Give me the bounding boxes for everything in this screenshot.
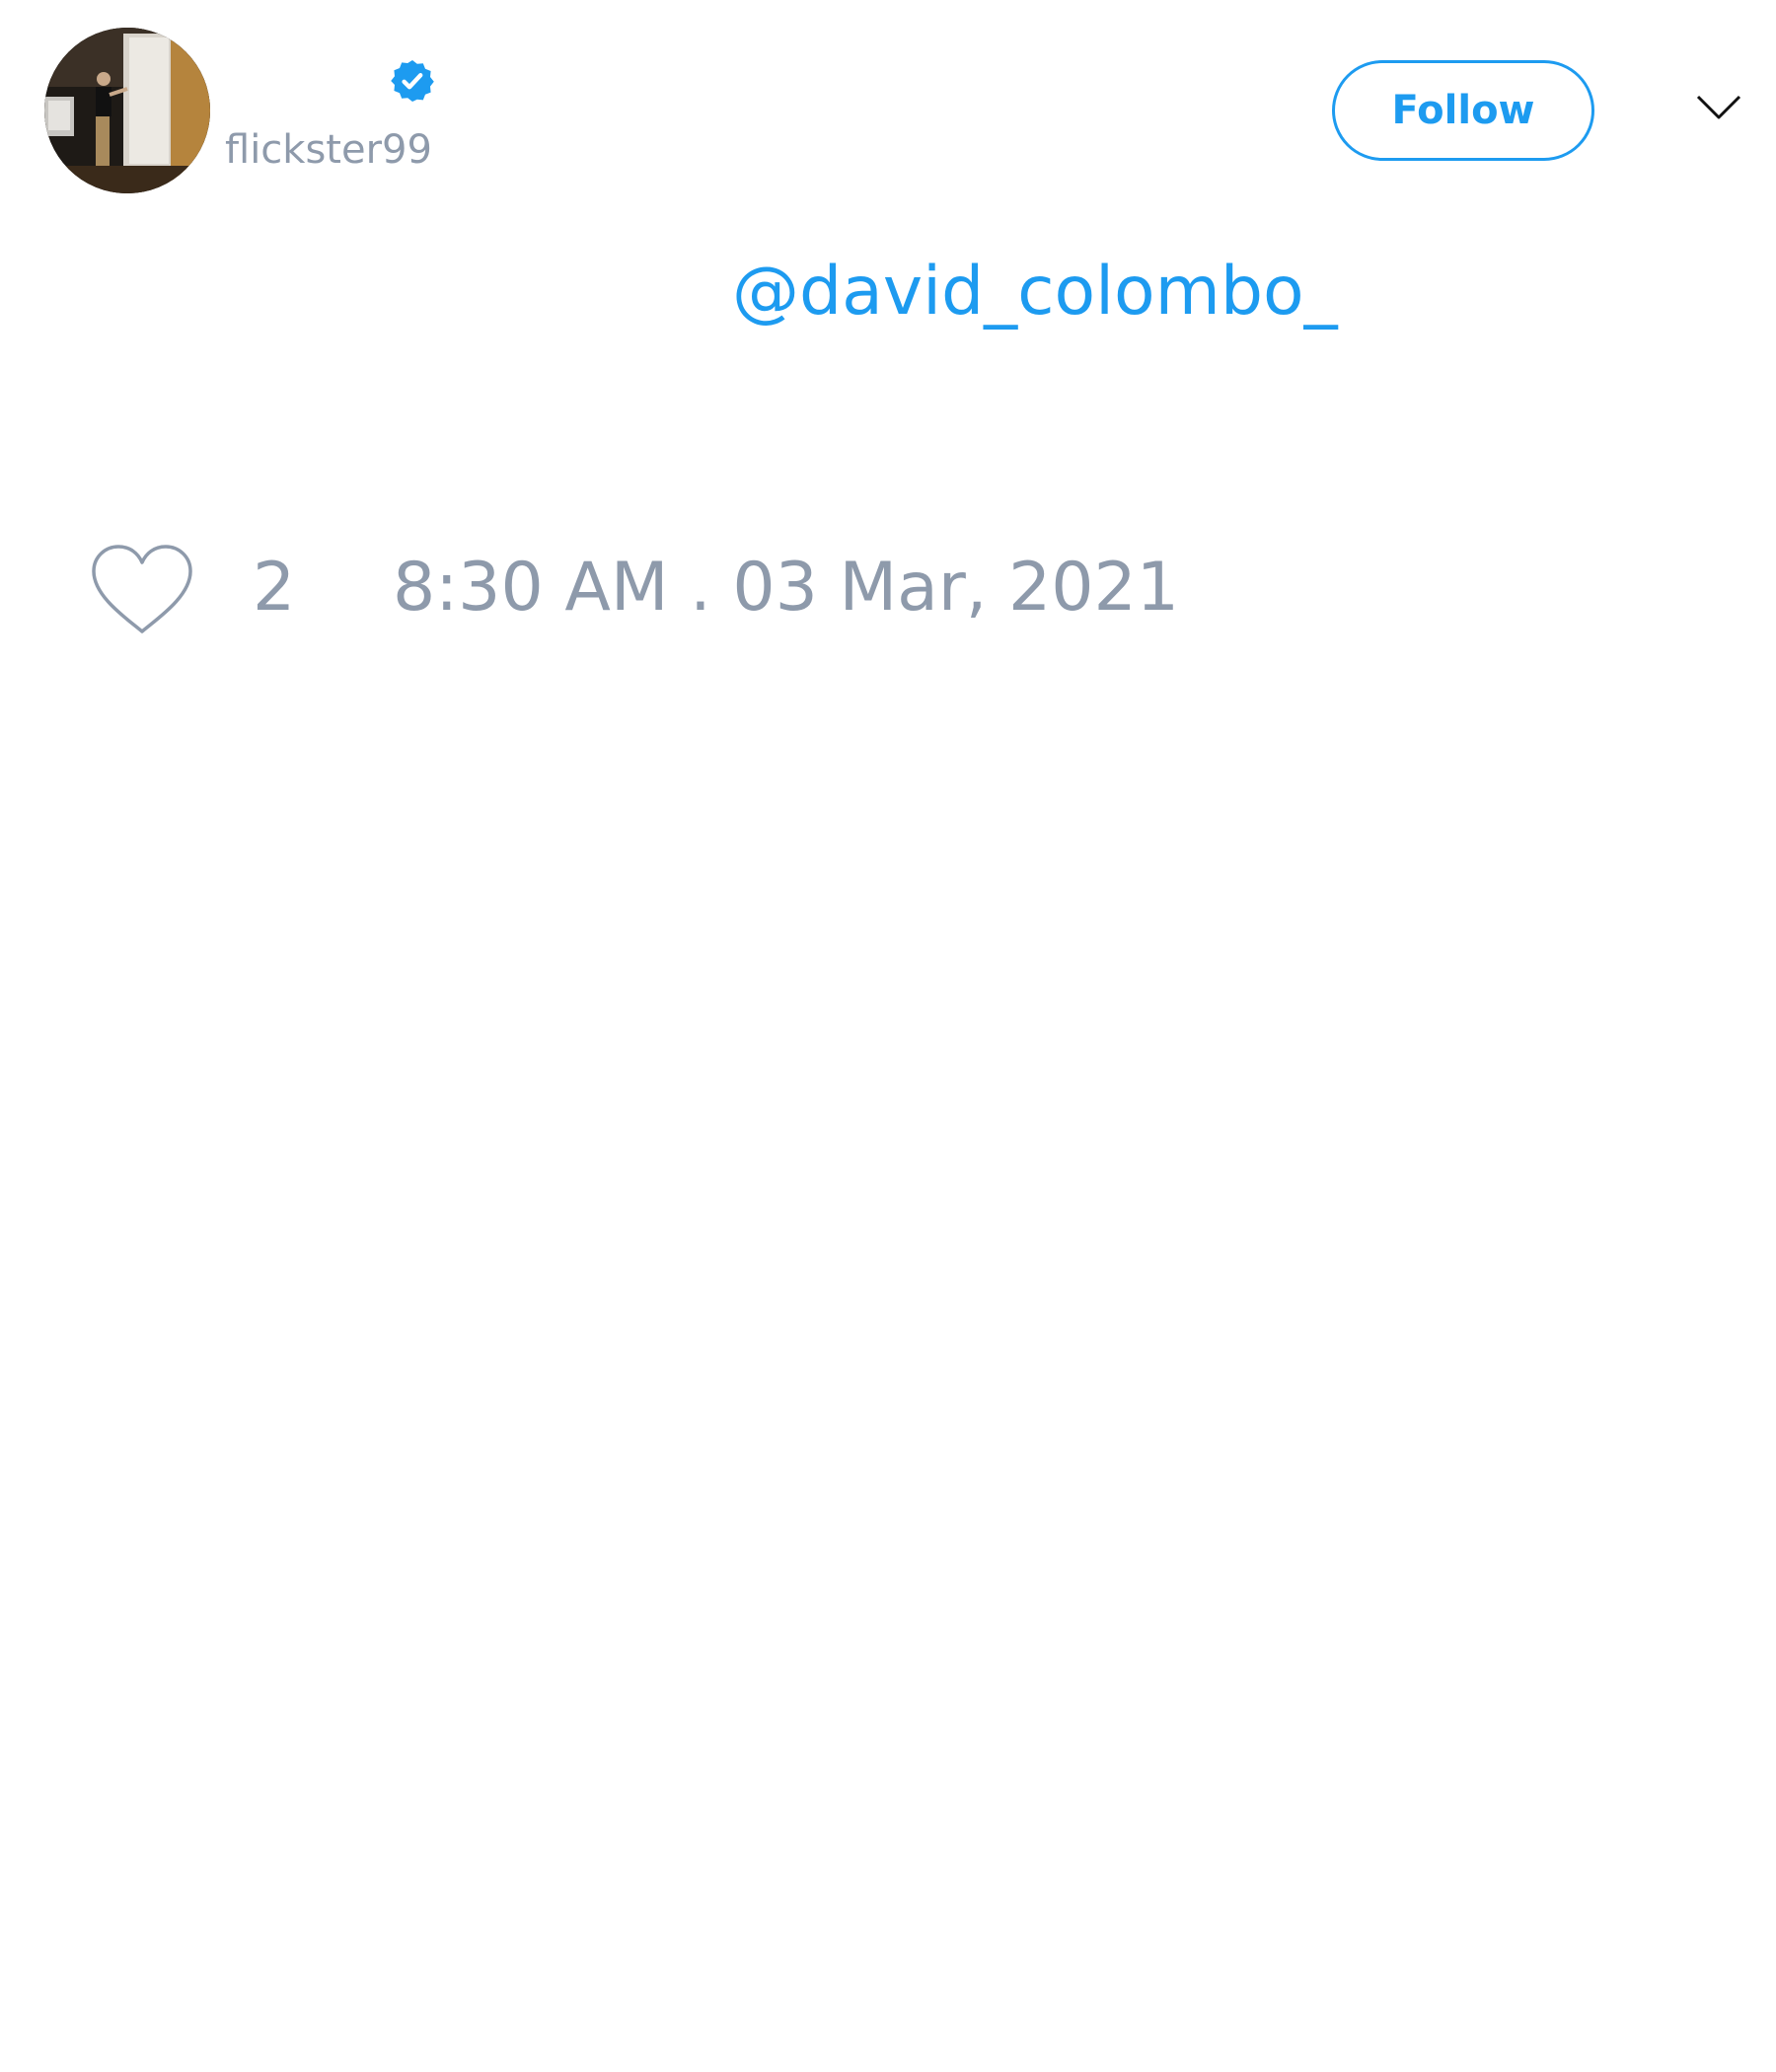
heart-outline-icon[interactable] (89, 543, 195, 637)
like-count: 2 (253, 549, 296, 627)
verified-badge-icon (391, 60, 434, 102)
follow-button[interactable]: Follow (1332, 60, 1594, 161)
tweet-timestamp[interactable]: 8:30 AM . 03 Mar, 2021 (393, 549, 1179, 628)
avatar-photo (44, 28, 210, 193)
chevron-down-icon[interactable] (1695, 93, 1742, 122)
mention-link[interactable]: @david_colombo_ (732, 253, 1338, 332)
avatar[interactable] (44, 28, 210, 193)
author-handle[interactable]: flickster99 (225, 126, 432, 174)
